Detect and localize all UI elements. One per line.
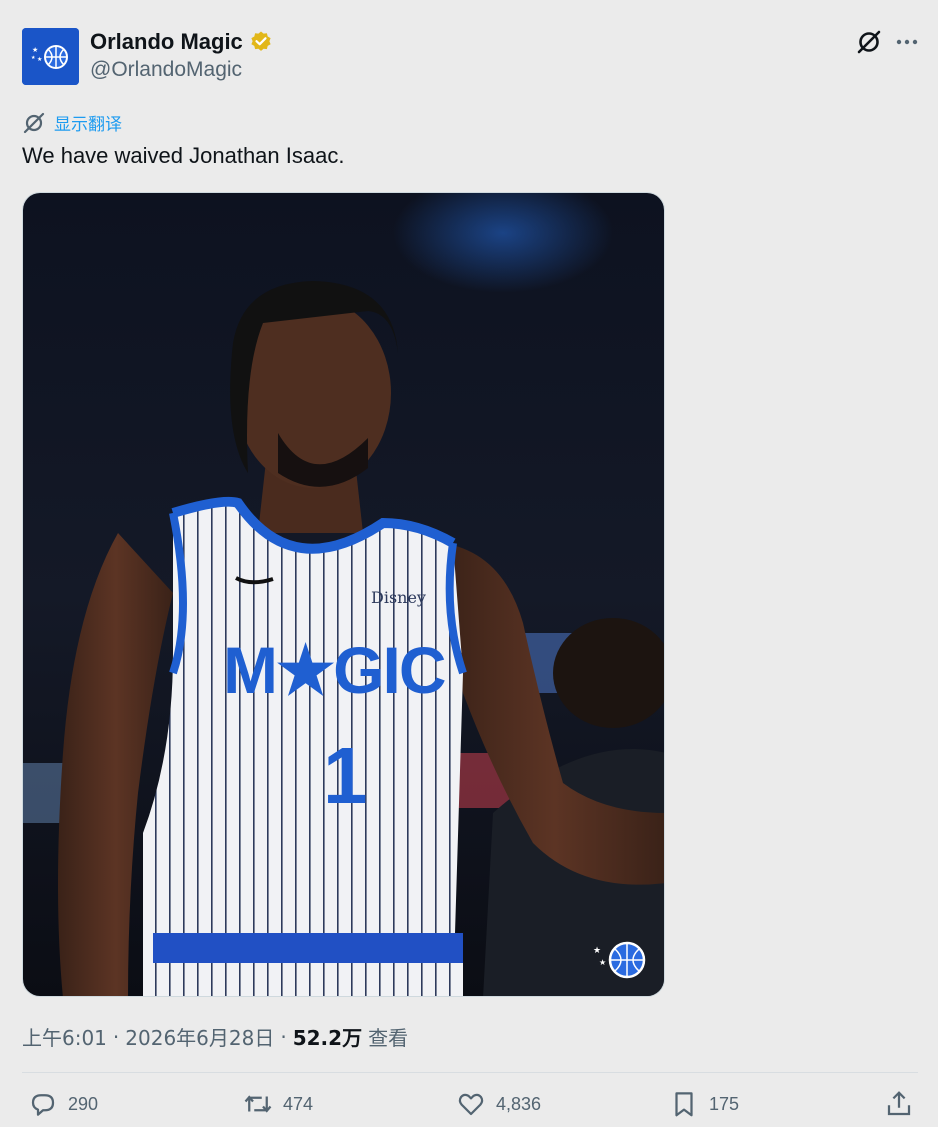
meta-separator: · [112, 1024, 120, 1049]
author-handle[interactable]: @OrlandoMagic [90, 58, 242, 82]
jersey-number: 1 [323, 731, 368, 820]
retweet-button[interactable]: 474 [243, 1089, 313, 1119]
tweet-text: We have waived Jonathan Isaac. [22, 143, 345, 168]
tweet-time[interactable]: 上午6:01 [22, 1022, 107, 1051]
bookmark-button[interactable]: 175 [669, 1089, 739, 1119]
show-translation-link[interactable]: 显示翻译 [22, 110, 122, 135]
svg-text:★: ★ [32, 46, 38, 54]
tweet-media[interactable]: M★GIC 1 Disney ★ ★ [22, 192, 665, 997]
bookmark-count: 175 [709, 1093, 740, 1114]
author-name[interactable]: Orlando Magic [90, 29, 273, 55]
share-button[interactable] [884, 1089, 914, 1119]
meta-separator: · [280, 1024, 287, 1049]
translate-icon [23, 112, 45, 133]
views-label: 查看 [368, 1026, 409, 1050]
like-icon [458, 1093, 484, 1116]
tweet-meta: 上午6:01 · 2026年6月28日 · 52.2万 查看 [22, 1022, 408, 1051]
grok-icon[interactable] [855, 28, 883, 56]
retweet-count: 474 [283, 1093, 314, 1114]
author-name-text: Orlando Magic [90, 29, 243, 54]
reply-button[interactable]: 290 [28, 1089, 98, 1119]
views-count[interactable]: 52.2万 [293, 1022, 362, 1051]
tweet-date[interactable]: 2026年6月28日 [125, 1022, 274, 1051]
reply-icon [31, 1094, 55, 1116]
verified-icon [251, 31, 271, 51]
divider [22, 1072, 918, 1073]
like-button[interactable]: 4,836 [456, 1089, 541, 1119]
magic-logo-icon: ★ ★ ★ [22, 28, 79, 85]
svg-text:★: ★ [31, 55, 36, 61]
bookmark-icon [675, 1092, 693, 1117]
share-icon [887, 1091, 911, 1116]
like-count: 4,836 [496, 1093, 542, 1114]
show-translation-label: 显示翻译 [54, 115, 122, 135]
jersey-disney-logo: Disney [371, 588, 426, 607]
jersey-magic-text: M★GIC [223, 633, 445, 707]
svg-text:★: ★ [593, 946, 601, 956]
svg-text:★: ★ [37, 56, 42, 63]
reply-count: 290 [68, 1093, 99, 1114]
avatar[interactable]: ★ ★ ★ [22, 28, 79, 85]
svg-text:★: ★ [599, 958, 606, 967]
player-photo: M★GIC 1 Disney ★ ★ [23, 193, 664, 996]
more-icon[interactable] [893, 28, 921, 56]
retweet-icon [244, 1095, 272, 1113]
